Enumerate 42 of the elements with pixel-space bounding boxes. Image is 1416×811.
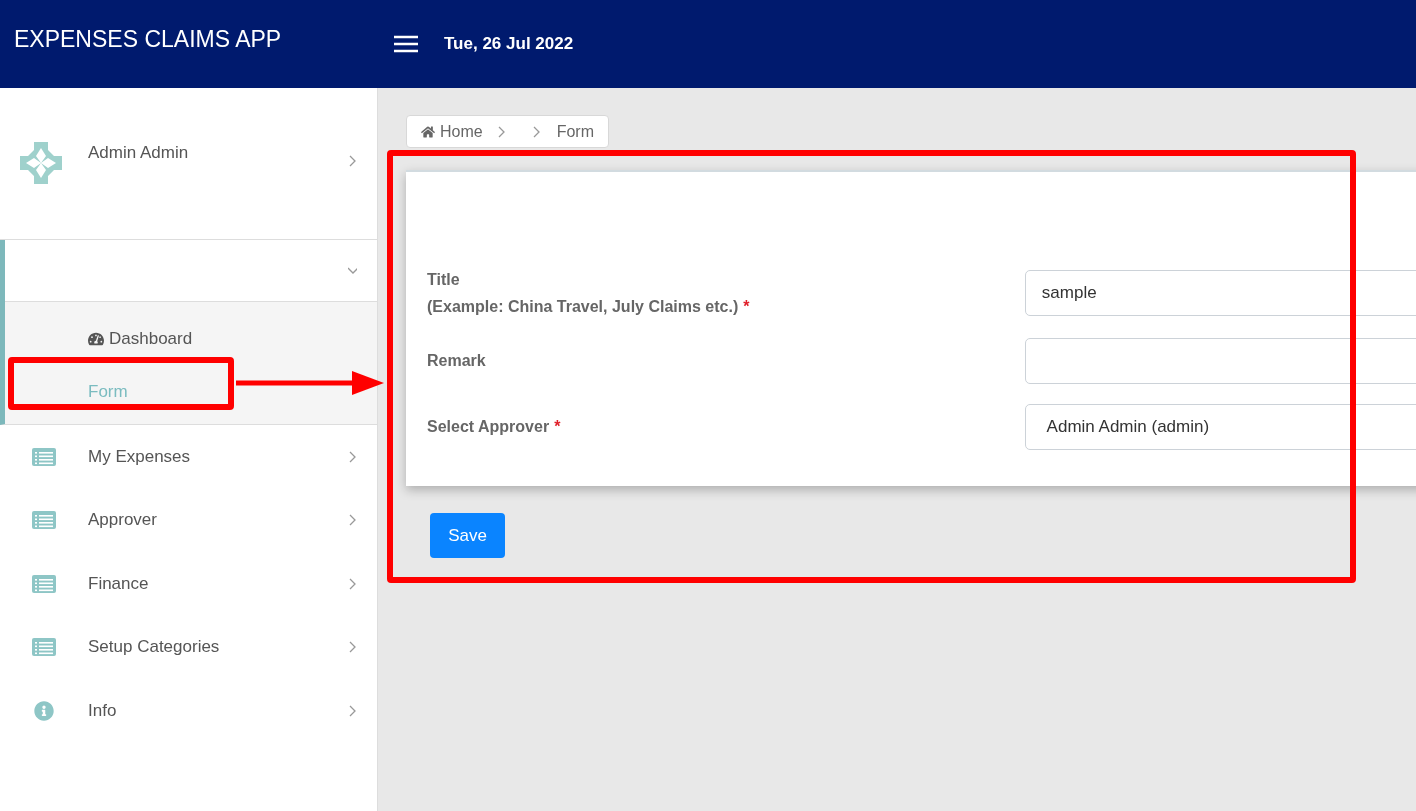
chevron-icon xyxy=(348,513,357,528)
sidebar-item[interactable]: Info xyxy=(0,679,377,743)
sidebar-item-label: Info xyxy=(88,700,118,721)
sidebar-item-label: Finance xyxy=(88,573,150,594)
sidebar-item-label: Setup Categories xyxy=(88,637,221,658)
gauge-icon xyxy=(88,330,104,347)
sidebar-item-label: Approver xyxy=(88,510,158,531)
field-label: Select Approver * xyxy=(427,418,562,436)
list-icon xyxy=(32,574,56,593)
field-label: Remark xyxy=(427,352,487,370)
field-hint: (Example: China Travel, July Claims etc.) * xyxy=(427,297,751,316)
input-field[interactable] xyxy=(1024,338,1416,384)
app-title: EXPENSES CLAIMS APP xyxy=(13,25,283,53)
input-field[interactable]: sample xyxy=(1024,270,1416,316)
chevron-icon xyxy=(348,703,357,718)
submenu-item[interactable]: Dashboard xyxy=(5,312,377,365)
breadcrumb-link[interactable]: Home xyxy=(421,122,483,141)
field-label: Title xyxy=(427,270,461,289)
sidebar-item[interactable]: Finance xyxy=(0,552,377,616)
sidebar-item-label: My Expenses xyxy=(88,446,192,467)
home-icon xyxy=(421,124,435,139)
sidebar-item[interactable]: My Expenses xyxy=(0,425,377,489)
save-button[interactable]: Save xyxy=(430,513,505,558)
chevron-icon xyxy=(496,124,506,139)
menu-icon[interactable] xyxy=(394,35,418,53)
sidebar-item[interactable]: Setup Categories xyxy=(0,615,377,679)
approver-select[interactable]: Admin Admin (admin) xyxy=(1024,404,1416,450)
chevron-icon xyxy=(348,576,357,591)
chevron-icon xyxy=(531,124,541,139)
header-date: Tue, 26 Jul 2022 xyxy=(444,34,574,54)
avatar-pattern-icon xyxy=(20,142,62,184)
chevron-icon xyxy=(348,640,357,655)
list-icon xyxy=(32,511,56,530)
breadcrumb-link[interactable]: Form xyxy=(556,122,594,141)
user-name: Admin Admin xyxy=(88,143,190,163)
list-icon xyxy=(32,638,56,657)
sidebar-item[interactable]: Approver xyxy=(0,488,377,552)
chevron-icon xyxy=(348,154,357,168)
info-icon xyxy=(34,700,54,721)
list-icon xyxy=(32,447,56,466)
chevron-icon xyxy=(348,449,357,464)
profile-panel[interactable]: Admin Admin xyxy=(0,88,377,240)
